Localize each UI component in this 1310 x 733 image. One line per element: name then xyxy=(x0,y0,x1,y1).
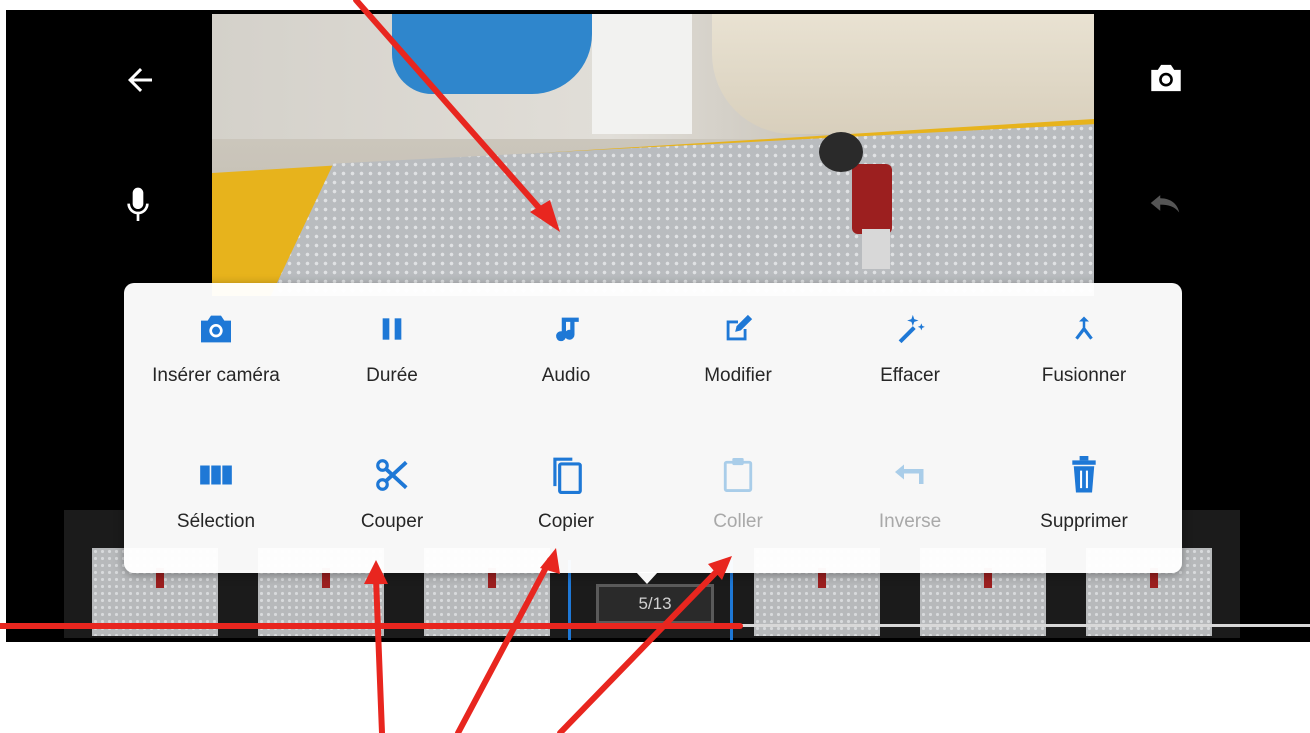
lego-figure xyxy=(852,164,892,234)
magic-wand-icon xyxy=(822,307,998,351)
edit-icon xyxy=(650,307,826,351)
menu-item-couper[interactable]: Couper xyxy=(304,453,480,533)
menu-item-label: Copier xyxy=(538,511,594,532)
camera-preview xyxy=(212,14,1094,296)
menu-pointer xyxy=(636,572,658,584)
menu-item-coller[interactable]: Coller xyxy=(650,453,826,533)
menu-item-label: Fusionner xyxy=(1041,365,1127,386)
frame-counter: 5/13 xyxy=(596,584,714,624)
menu-item-label: Supprimer xyxy=(1040,511,1128,532)
menu-item-copier[interactable]: Copier xyxy=(478,453,654,533)
menu-item-effacer[interactable]: Effacer xyxy=(822,307,998,387)
music-note-icon xyxy=(478,307,654,351)
menu-item-inverse[interactable]: Inverse xyxy=(822,453,998,533)
menu-item-durée[interactable]: Durée xyxy=(304,307,480,387)
menu-item-label: Inverse xyxy=(878,511,942,532)
menu-item-label: Effacer xyxy=(880,365,940,386)
trash-icon xyxy=(996,453,1172,497)
lego-baseplate xyxy=(267,124,1094,296)
reverse-icon xyxy=(822,453,998,497)
menu-item-sélection[interactable]: Sélection xyxy=(128,453,304,533)
context-menu: Insérer caméra Durée Audio Modifier Effacer F… xyxy=(124,283,1182,573)
menu-item-label: Durée xyxy=(366,365,418,386)
columns-icon xyxy=(128,453,304,497)
menu-item-modifier[interactable]: Modifier xyxy=(650,307,826,387)
menu-item-fusionner[interactable]: Fusionner xyxy=(996,307,1172,387)
progress-track xyxy=(6,624,1310,627)
menu-item-label: Coller xyxy=(713,511,763,532)
merge-icon xyxy=(996,307,1172,351)
menu-item-insérer-caméra[interactable]: Insérer caméra xyxy=(128,307,304,387)
menu-item-label: Insérer caméra xyxy=(152,365,280,386)
microphone-icon[interactable] xyxy=(122,184,154,226)
scissors-icon xyxy=(304,453,480,497)
menu-item-label: Audio xyxy=(541,365,591,386)
menu-item-label: Modifier xyxy=(704,365,772,386)
clipboard-icon xyxy=(650,453,826,497)
menu-item-label: Sélection xyxy=(176,511,256,532)
camera-icon xyxy=(128,307,304,351)
undo-icon[interactable] xyxy=(1146,188,1184,218)
back-arrow-icon[interactable] xyxy=(122,62,158,98)
copy-icon xyxy=(478,453,654,497)
menu-item-supprimer[interactable]: Supprimer xyxy=(996,453,1172,533)
menu-item-label: Couper xyxy=(360,511,424,532)
menu-item-audio[interactable]: Audio xyxy=(478,307,654,387)
camera-capture-icon[interactable] xyxy=(1146,60,1186,96)
pause-icon xyxy=(304,307,480,351)
